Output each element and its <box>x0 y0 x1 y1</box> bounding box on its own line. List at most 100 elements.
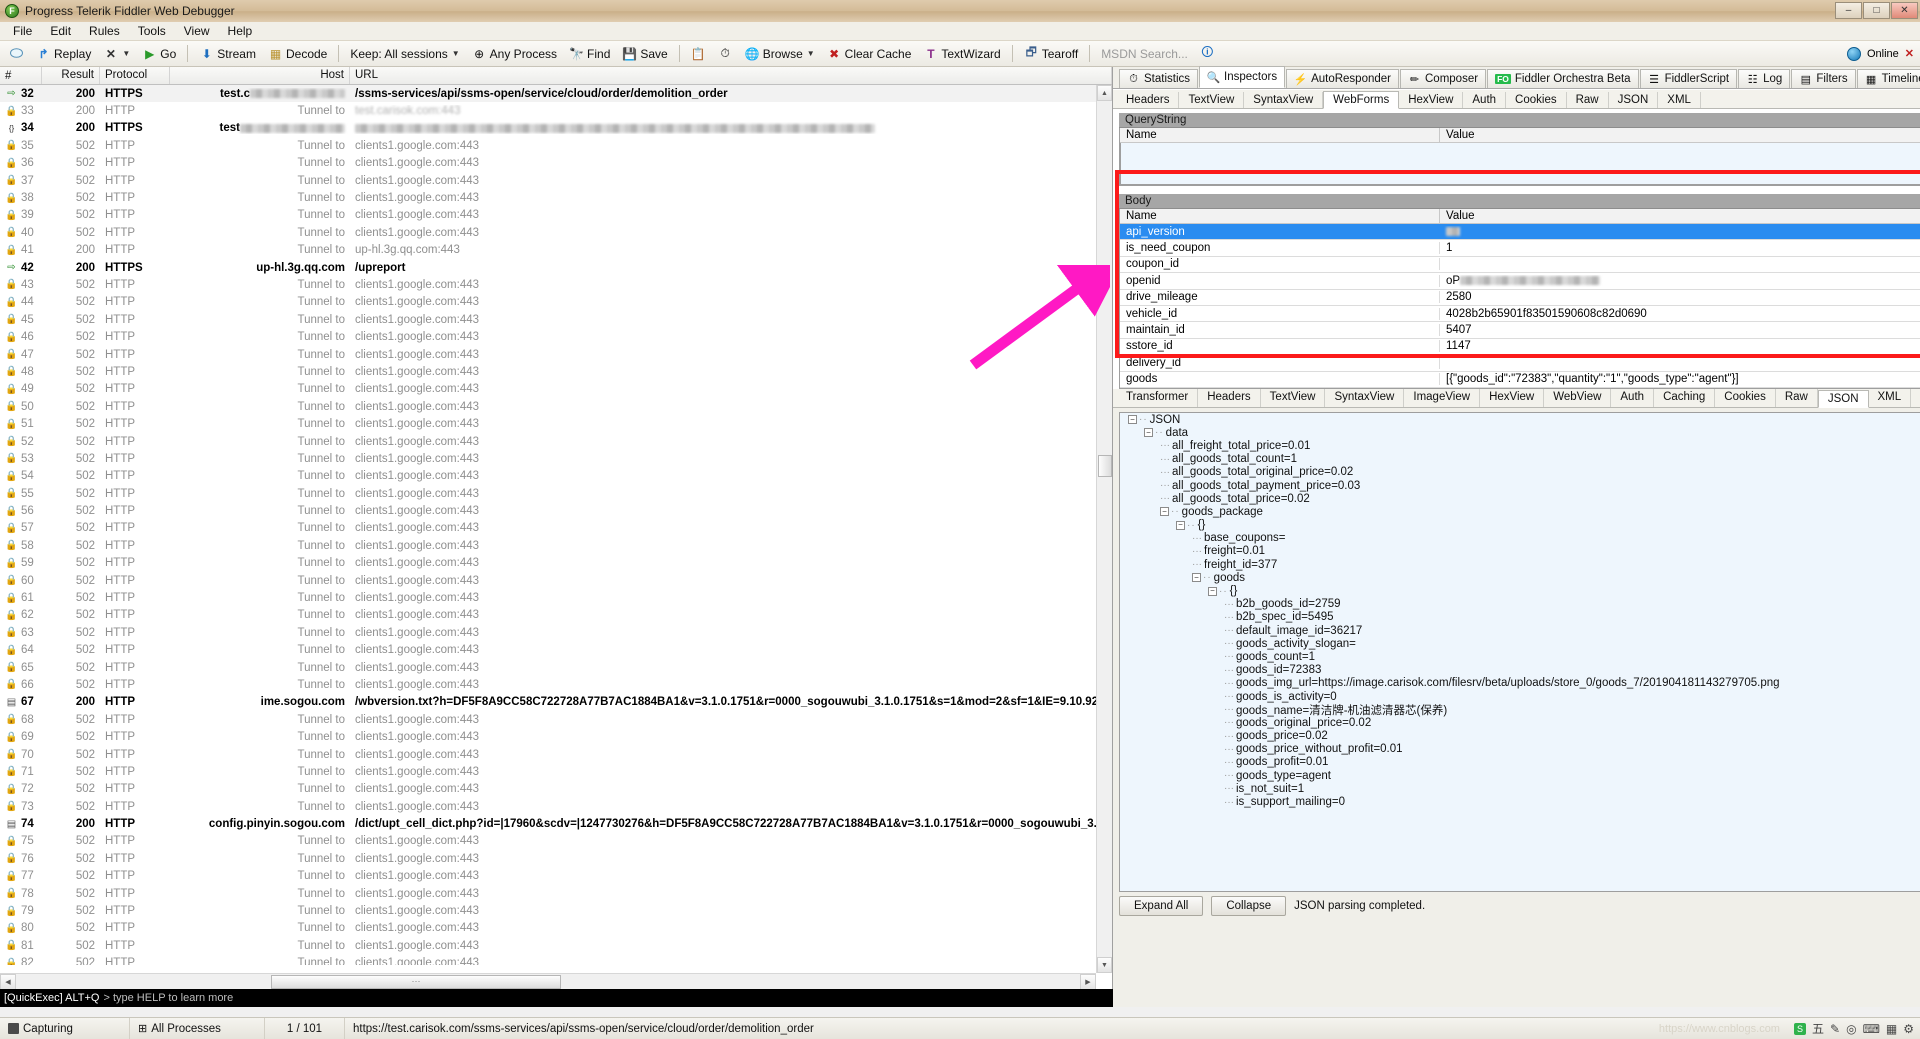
json-tree-node[interactable]: ··· goods_img_url=https://image.carisok.c… <box>1120 677 1920 690</box>
session-row[interactable]: 🔒 59 502 HTTP Tunnel to clients1.google.com:4… <box>0 555 1112 572</box>
json-tree-node[interactable]: ··· base_coupons= <box>1120 532 1920 545</box>
scroll-right-icon[interactable]: ▶ <box>1080 973 1096 990</box>
json-tree-node[interactable]: ··· goods_price_without_profit=0.01 <box>1120 743 1920 756</box>
json-tree-node[interactable]: ··· goods_type=agent <box>1120 769 1920 782</box>
session-row[interactable]: 🔒 45 502 HTTP Tunnel to clients1.google.com:4… <box>0 311 1112 328</box>
session-row[interactable]: 🔒 71 502 HTTP Tunnel to clients1.google.com:4… <box>0 763 1112 780</box>
ime-badge-icon[interactable]: S <box>1793 1022 1806 1035</box>
go-button[interactable]: ▶ Go <box>137 44 181 63</box>
body-row[interactable]: api_version <box>1120 224 1920 241</box>
process-filter-status[interactable]: ⊞ All Processes <box>130 1017 265 1039</box>
body-col-name[interactable]: Name <box>1120 209 1440 223</box>
ime-mode-icon[interactable]: 五 <box>1812 1020 1824 1037</box>
column-header-protocol[interactable]: Protocol <box>100 67 170 84</box>
json-tree-node[interactable]: ··· b2b_goods_id=2759 <box>1120 598 1920 611</box>
screenshot-button[interactable]: 📋 <box>686 44 711 63</box>
tab-autoresponder[interactable]: ⚡ AutoResponder <box>1286 69 1399 88</box>
session-row[interactable]: 🔒 57 502 HTTP Tunnel to clients1.google.com:4… <box>0 520 1112 537</box>
right-tab-strip[interactable]: ⏱ Statistics 🔍 Inspectors ⚡ AutoResponder ✏ Com… <box>1113 66 1920 89</box>
clear-cache-button[interactable]: ✖ Clear Cache <box>822 44 917 63</box>
chevron-down-icon[interactable]: ▼ <box>122 49 130 58</box>
session-row[interactable]: ▤ 67 200 HTTP ime.sogou.com/wbversion.txt?h=… <box>0 694 1112 711</box>
session-row[interactable]: 🔒 55 502 HTTP Tunnel to clients1.google.com:4… <box>0 485 1112 502</box>
request-tab-webforms[interactable]: WebForms <box>1323 91 1400 109</box>
body-row[interactable]: goods [{"goods_id":"72383","quantity":"1"… <box>1120 372 1920 388</box>
ime-circle-icon[interactable]: ◎ <box>1846 1022 1856 1036</box>
request-tab-textview[interactable]: TextView <box>1179 92 1245 108</box>
column-header-result[interactable]: Result <box>42 67 100 84</box>
session-row[interactable]: 🔒 63 502 HTTP Tunnel to clients1.google.com:4… <box>0 624 1112 641</box>
session-row[interactable]: 🔒 58 502 HTTP Tunnel to clients1.google.com:4… <box>0 537 1112 554</box>
panel-close-icon[interactable]: ✕ <box>1905 47 1914 60</box>
session-row[interactable]: ⇨ 42 200 HTTPS up-hl.3g.qq.com/upreport <box>0 259 1112 276</box>
menu-edit[interactable]: Edit <box>41 22 80 40</box>
body-row[interactable]: drive_mileage 2580 <box>1120 290 1920 306</box>
session-row[interactable]: 🔒 48 502 HTTP Tunnel to clients1.google.com:4… <box>0 363 1112 380</box>
session-row[interactable]: 🔒 68 502 HTTP Tunnel to clients1.google.com:4… <box>0 711 1112 728</box>
maximize-button[interactable]: □ <box>1863 2 1890 19</box>
session-row[interactable]: 🔒 77 502 HTTP Tunnel to clients1.google.com:4… <box>0 868 1112 885</box>
scroll-left-icon[interactable]: ◀ <box>0 973 16 990</box>
online-label[interactable]: Online <box>1867 48 1899 60</box>
json-tree-node[interactable]: − ··{} <box>1120 519 1920 532</box>
response-tab-headers[interactable]: Headers <box>1198 389 1261 407</box>
json-tree-node[interactable]: ··· is_not_suit=1 <box>1120 782 1920 795</box>
tab-timeline[interactable]: ▦ Timeline <box>1856 69 1920 88</box>
session-row[interactable]: 🔒 38 502 HTTP Tunnel to clients1.google.com:4… <box>0 189 1112 206</box>
quickexec-bar[interactable]: [QuickExec] ALT+Q > type HELP to learn m… <box>0 989 1113 1007</box>
session-row[interactable]: 🔒 39 502 HTTP Tunnel to clients1.google.com:4… <box>0 207 1112 224</box>
response-tab-webview[interactable]: WebView <box>1544 389 1612 407</box>
json-tree-node[interactable]: − ··{} <box>1120 584 1920 597</box>
minimize-button[interactable]: – <box>1835 2 1862 19</box>
find-button[interactable]: 🔭 Find <box>564 44 615 63</box>
body-row[interactable]: vehicle_id 4028b2b65901f83501590608c82d06… <box>1120 306 1920 323</box>
session-row[interactable]: 🔒 49 502 HTTP Tunnel to clients1.google.com:4… <box>0 381 1112 398</box>
any-process-button[interactable]: ⊕ Any Process <box>467 44 562 63</box>
json-tree-node[interactable]: ··· goods_name=清洁牌-机油滤清器芯(保养) <box>1120 703 1920 717</box>
session-row[interactable]: 🔒 76 502 HTTP Tunnel to clients1.google.com:4… <box>0 850 1112 867</box>
capturing-status[interactable]: Capturing <box>0 1017 130 1039</box>
tab-inspectors[interactable]: 🔍 Inspectors <box>1199 66 1286 88</box>
session-row[interactable]: ⇨ 32 200 HTTPS test.c/ssms-services/api/ssms… <box>0 85 1112 103</box>
tree-collapse-icon[interactable]: − <box>1176 520 1185 530</box>
body-table[interactable]: Name Value api_version is_need_coupon 1 cou… <box>1119 209 1920 389</box>
request-tab-cookies[interactable]: Cookies <box>1506 92 1567 108</box>
session-row[interactable]: 🔒 52 502 HTTP Tunnel to clients1.google.com:4… <box>0 433 1112 450</box>
session-row[interactable]: 🔒 72 502 HTTP Tunnel to clients1.google.com:4… <box>0 781 1112 798</box>
response-tab-json[interactable]: JSON <box>1817 390 1869 408</box>
tab-fiddlerscript[interactable]: ☰ FiddlerScript <box>1639 69 1738 88</box>
querystring-table[interactable]: Name Value <box>1119 128 1920 186</box>
ime-pen-icon[interactable]: ✎ <box>1830 1022 1840 1036</box>
json-tree-node[interactable]: − ·· goods <box>1120 571 1920 584</box>
request-tab-xml[interactable]: XML <box>1658 92 1701 108</box>
json-tree-node[interactable]: ··· freight_id=377 <box>1120 558 1920 571</box>
json-tree-node[interactable]: ··· goods_profit=0.01 <box>1120 756 1920 769</box>
json-tree-node[interactable]: ··· goods_original_price=0.02 <box>1120 716 1920 729</box>
tab-filters[interactable]: ▤ Filters <box>1791 69 1856 88</box>
response-tab-raw[interactable]: Raw <box>1776 389 1818 407</box>
json-tree-node[interactable]: ··· is_support_mailing=0 <box>1120 795 1920 808</box>
hscroll-track[interactable]: ⋯ <box>16 974 1080 990</box>
session-row[interactable]: 🔒 54 502 HTTP Tunnel to clients1.google.com:4… <box>0 468 1112 485</box>
remove-button[interactable]: ✕ ▼ <box>98 44 135 63</box>
session-row[interactable]: 🔒 61 502 HTTP Tunnel to clients1.google.com:4… <box>0 589 1112 606</box>
collapse-button[interactable]: Collapse <box>1211 896 1287 916</box>
response-tab-textview[interactable]: TextView <box>1261 389 1326 407</box>
json-tree-node[interactable]: ··· all_goods_total_count=1 <box>1120 453 1920 466</box>
sessions-list[interactable]: ⇨ 32 200 HTTPS test.c/ssms-services/api/ssms… <box>0 85 1112 965</box>
session-row[interactable]: 🔒 73 502 HTTP Tunnel to clients1.google.com:4… <box>0 798 1112 815</box>
session-row[interactable]: ▤ 74 200 HTTP config.pinyin.sogou.com/dict/u… <box>0 815 1112 832</box>
body-row[interactable]: coupon_id <box>1120 257 1920 274</box>
session-row[interactable]: 🔒 33 200 HTTP Tunnel to test.carisok.com:443 <box>0 102 1112 119</box>
body-row[interactable]: delivery_id <box>1120 355 1920 372</box>
comment-button[interactable] <box>4 44 29 63</box>
timer-button[interactable]: ⏱ <box>713 44 738 63</box>
column-header-number[interactable]: # <box>0 67 42 84</box>
json-tree-view[interactable]: − ·· JSON − ·· data ··· all_freight_total_price… <box>1119 412 1920 892</box>
body-rows[interactable]: api_version is_need_coupon 1 coupon_id openi… <box>1120 224 1920 388</box>
json-tree-node[interactable]: ··· b2b_spec_id=5495 <box>1120 611 1920 624</box>
json-tree-node[interactable]: ··· goods_price=0.02 <box>1120 730 1920 743</box>
body-row[interactable]: openid oP <box>1120 273 1920 290</box>
scroll-up-icon[interactable]: ▲ <box>1097 85 1112 101</box>
session-row[interactable]: 🔒 50 502 HTTP Tunnel to clients1.google.com:4… <box>0 398 1112 415</box>
